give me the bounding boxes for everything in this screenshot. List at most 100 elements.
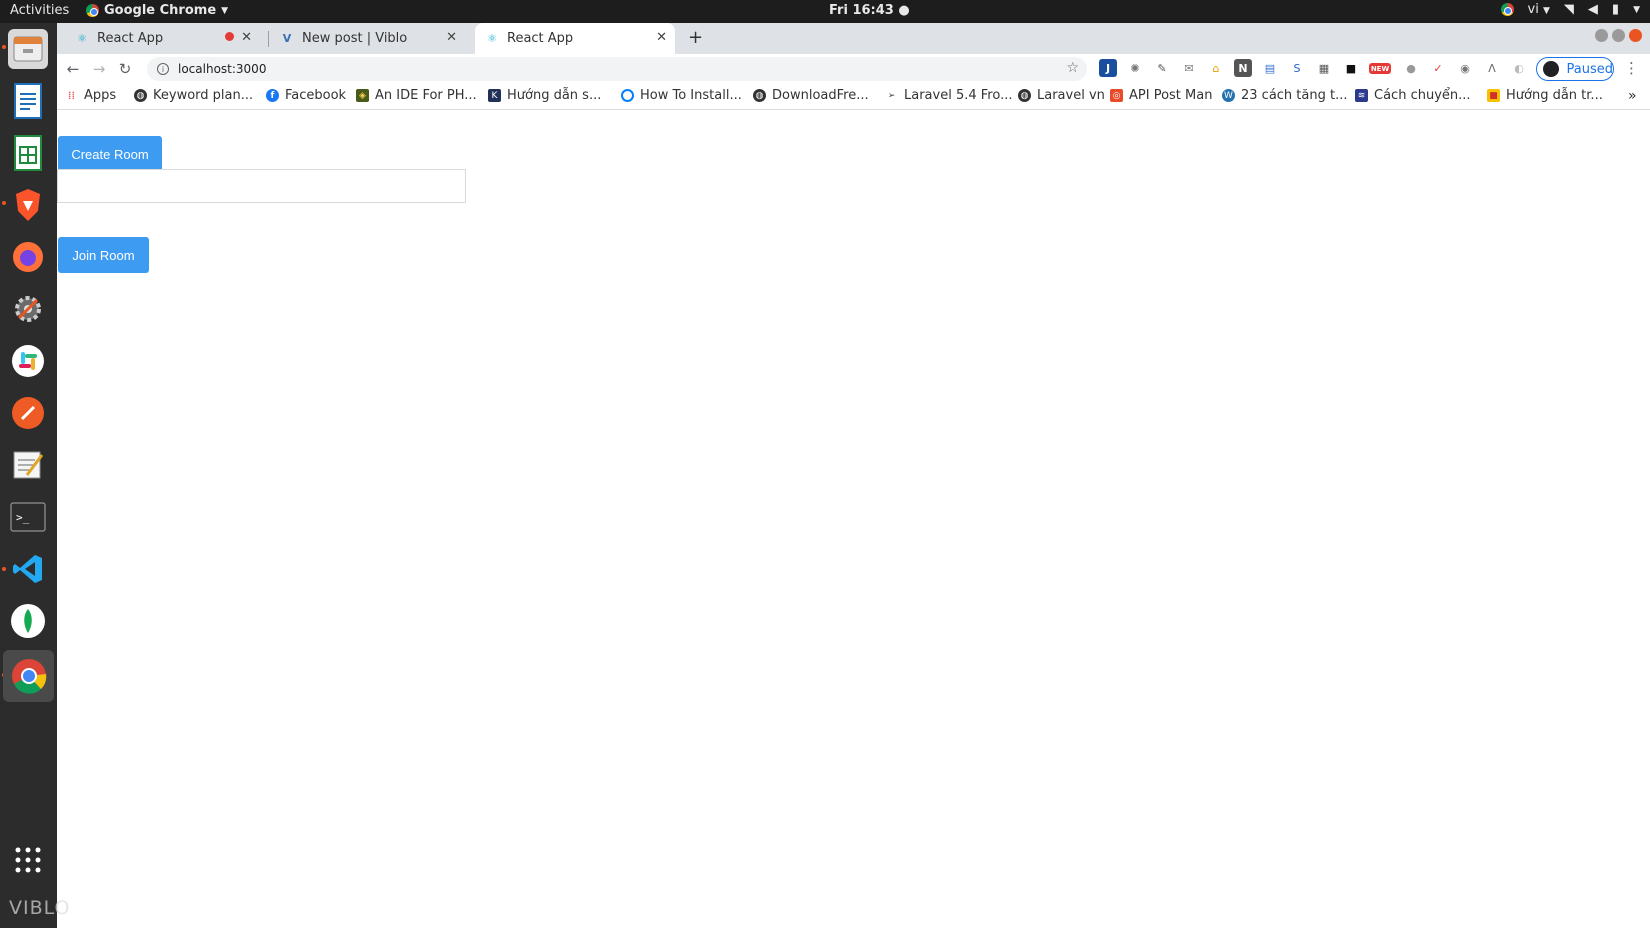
extension-card-icon[interactable]: ▤	[1261, 59, 1279, 77]
back-button[interactable]: ←	[60, 56, 86, 82]
extension-a-icon[interactable]: Λ	[1483, 59, 1501, 77]
bookmark-cach-chuyen[interactable]: ≋ Cách chuyển...	[1355, 88, 1471, 103]
extension-pen-icon[interactable]: ✎	[1153, 59, 1171, 77]
forward-button[interactable]: →	[86, 56, 112, 82]
files-icon[interactable]	[8, 29, 48, 69]
maximize-button[interactable]	[1612, 29, 1625, 42]
chrome-menu-icon[interactable]: ⋮	[1624, 59, 1639, 77]
caret-down-icon: ▼	[221, 5, 229, 16]
close-window-button[interactable]	[1629, 29, 1642, 42]
bookmark-star-icon[interactable]: ☆	[1066, 60, 1079, 76]
recording-icon	[225, 32, 234, 41]
activities-button[interactable]: Activities	[10, 3, 69, 18]
bookmark-23-cach[interactable]: W 23 cách tăng t...	[1222, 88, 1348, 103]
bookmark-label: Laravel 5.4 Fro...	[904, 88, 1013, 103]
postman-icon[interactable]	[8, 393, 48, 433]
profile-paused-button[interactable]: Paused	[1536, 57, 1614, 81]
tab-react-app-active[interactable]: ⚛ React App ✕	[475, 23, 675, 54]
globe-icon: ◍	[753, 89, 766, 102]
firefox-icon[interactable]	[8, 237, 48, 277]
bookmarks-overflow-chevron-icon[interactable]: »	[1628, 88, 1637, 104]
postman-bookmark-icon: ◎	[1110, 89, 1123, 102]
extension-black-icon[interactable]: ■	[1342, 59, 1360, 77]
clock[interactable]: Fri 16:43 ●	[829, 3, 910, 18]
wordpress-icon: W	[1222, 89, 1235, 102]
tab-new-post-viblo[interactable]: V New post | Viblo ✕	[270, 23, 465, 54]
address-bar[interactable]: i localhost:3000 ☆	[147, 57, 1087, 81]
bookmark-label: Facebook	[285, 88, 347, 103]
extension-circle-icon[interactable]: ●	[1402, 59, 1420, 77]
bookmark-how-to-install[interactable]: How To Install...	[621, 88, 742, 103]
volume-icon[interactable]: ◀	[1588, 2, 1598, 17]
url-text: localhost:3000	[178, 62, 267, 76]
caret-down-icon[interactable]: ▼	[1633, 5, 1640, 15]
extension-leaf-icon[interactable]: ✓	[1429, 59, 1447, 77]
svg-text:>_: >_	[16, 511, 30, 524]
tab-label: React App	[507, 31, 574, 46]
tab-strip: ⚛ React App ✕ V New post | Viblo ✕ ⚛ Rea…	[57, 23, 1650, 54]
vscode-icon[interactable]	[8, 549, 48, 589]
avatar	[1543, 61, 1559, 77]
terminal-icon[interactable]: >_	[8, 497, 48, 537]
extension-s-icon[interactable]: S	[1288, 59, 1306, 77]
chrome-indicator-icon[interactable]	[1500, 3, 1514, 16]
bookmark-huong-dan-2[interactable]: ■ Hướng dẫn tr...	[1487, 88, 1603, 103]
bookmark-label: Laravel vn	[1037, 88, 1105, 103]
extension-j-icon[interactable]: J	[1099, 59, 1117, 77]
bookmark-keyword-plan[interactable]: ◍ Keyword plan...	[134, 88, 253, 103]
system-top-bar: Activities Google Chrome ▼ Fri 16:43 ● v…	[0, 0, 1650, 23]
digitalocean-icon	[621, 89, 634, 102]
profile-label: Paused	[1566, 61, 1613, 77]
system-indicators[interactable]: vi ▼ ◥ ◀ ▮ ▼	[1500, 2, 1640, 17]
extension-notion-icon[interactable]: N	[1234, 59, 1252, 77]
writer-icon[interactable]	[8, 81, 48, 121]
extension-moon-icon[interactable]: ◐	[1510, 59, 1528, 77]
extension-camera-icon[interactable]: ◉	[1456, 59, 1474, 77]
window-controls	[1595, 29, 1642, 42]
app-menu[interactable]: Google Chrome ▼	[86, 3, 228, 18]
globe-icon: ◍	[134, 89, 147, 102]
battery-icon[interactable]: ▮	[1612, 2, 1619, 17]
close-icon[interactable]: ✕	[446, 30, 457, 45]
extension-off-icon[interactable]: ⌂	[1207, 59, 1225, 77]
bookmark-downloadfree[interactable]: ◍ DownloadFre...	[753, 88, 869, 103]
react-icon: ⚛	[487, 32, 497, 45]
close-icon[interactable]: ✕	[241, 30, 252, 45]
extension-gear-icon[interactable]: ✺	[1126, 59, 1144, 77]
reload-button[interactable]: ↻	[112, 56, 138, 82]
tab-react-app-1[interactable]: ⚛ React App ✕	[65, 23, 260, 54]
calc-icon[interactable]	[8, 133, 48, 173]
chrome-icon	[86, 4, 99, 17]
settings-tool-icon[interactable]	[8, 289, 48, 329]
new-tab-button[interactable]: +	[688, 27, 703, 48]
bookmark-label: 23 cách tăng t...	[1241, 88, 1348, 103]
bookmark-apps[interactable]: ⁞⁞ Apps	[65, 88, 116, 103]
minimize-button[interactable]	[1595, 29, 1608, 42]
bookmark-facebook[interactable]: f Facebook	[266, 88, 346, 103]
brave-icon[interactable]	[8, 185, 48, 225]
create-room-button[interactable]: Create Room	[58, 136, 162, 172]
room-id-input[interactable]	[57, 169, 466, 203]
language-indicator[interactable]: vi ▼	[1528, 2, 1550, 17]
chrome-dock-icon[interactable]	[3, 650, 54, 702]
bookmark-api-post-man[interactable]: ◎ API Post Man	[1110, 88, 1212, 103]
bookmark-laravel-vn[interactable]: ◍ Laravel vn	[1018, 88, 1105, 103]
extension-mail-icon[interactable]: ✉	[1180, 59, 1198, 77]
mongodb-compass-icon[interactable]	[8, 601, 48, 641]
show-applications-icon[interactable]	[8, 840, 48, 880]
wifi-icon[interactable]: ◥	[1564, 2, 1574, 17]
bookmark-laravel-54[interactable]: ➢ Laravel 5.4 Fro...	[885, 88, 1013, 103]
slack-icon[interactable]	[8, 341, 48, 381]
bookmark-huong-dan-1[interactable]: K Hướng dẫn s...	[488, 88, 601, 103]
bookmark-label: Apps	[84, 88, 117, 103]
globe-icon: ◍	[1018, 89, 1031, 102]
extension-new-icon[interactable]: NEW	[1369, 63, 1391, 74]
join-room-button[interactable]: Join Room	[58, 237, 149, 273]
site-info-icon[interactable]: i	[157, 63, 169, 75]
extension-grid-icon[interactable]: ▦	[1315, 59, 1333, 77]
close-icon[interactable]: ✕	[656, 30, 667, 45]
bookmark-label: How To Install...	[640, 88, 742, 103]
react-icon: ⚛	[77, 32, 87, 45]
bookmark-ide-php[interactable]: ◈ An IDE For PH...	[356, 88, 477, 103]
text-editor-icon[interactable]	[8, 445, 48, 485]
